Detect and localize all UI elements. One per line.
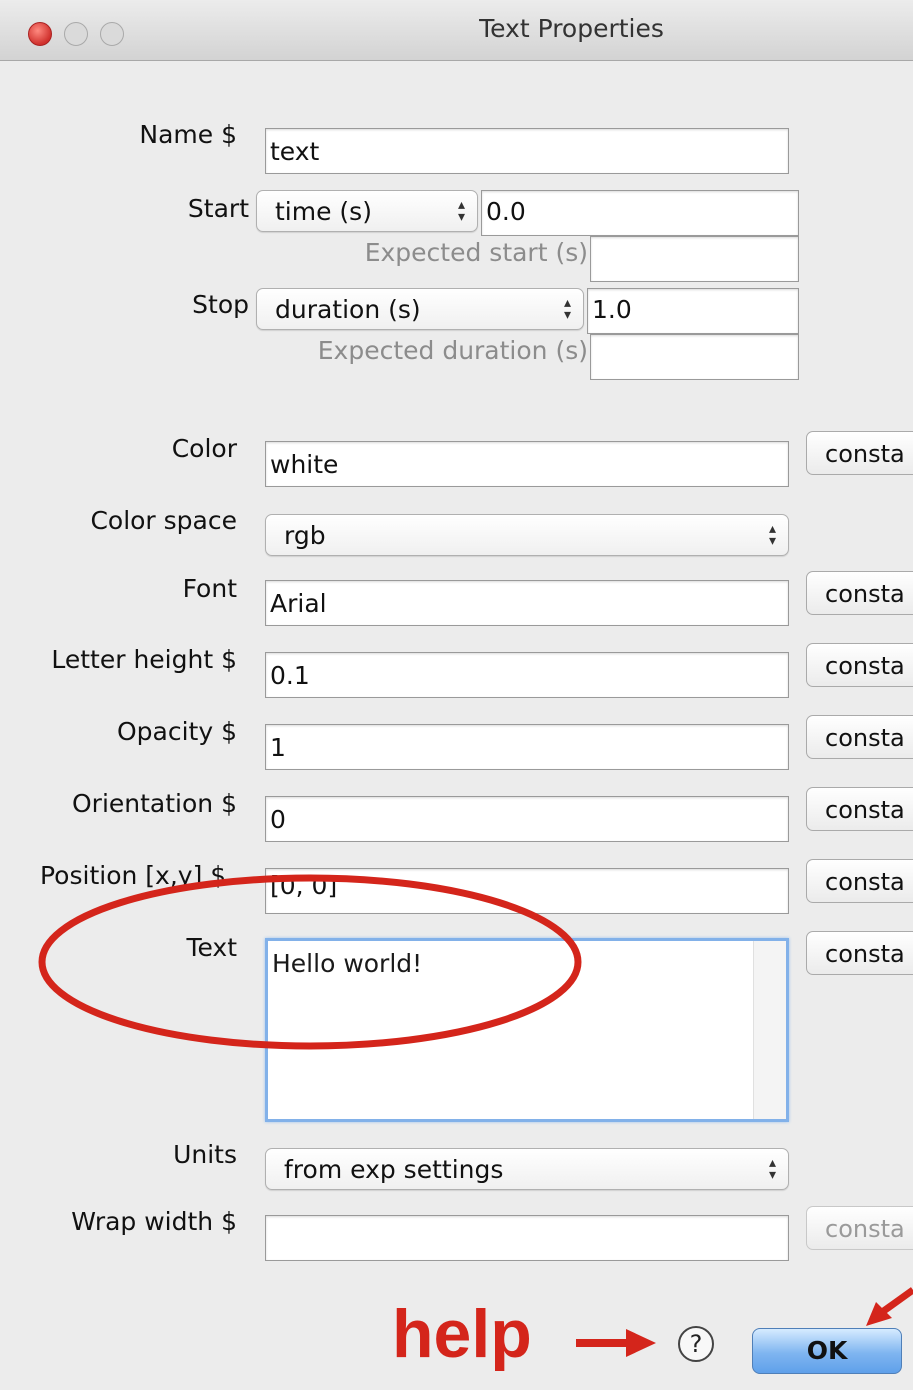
highlight-ellipse [38,874,582,1050]
help-arrow-icon [576,1329,656,1357]
ok-arrow-icon [866,1287,913,1326]
annotation-overlay [38,874,913,1357]
